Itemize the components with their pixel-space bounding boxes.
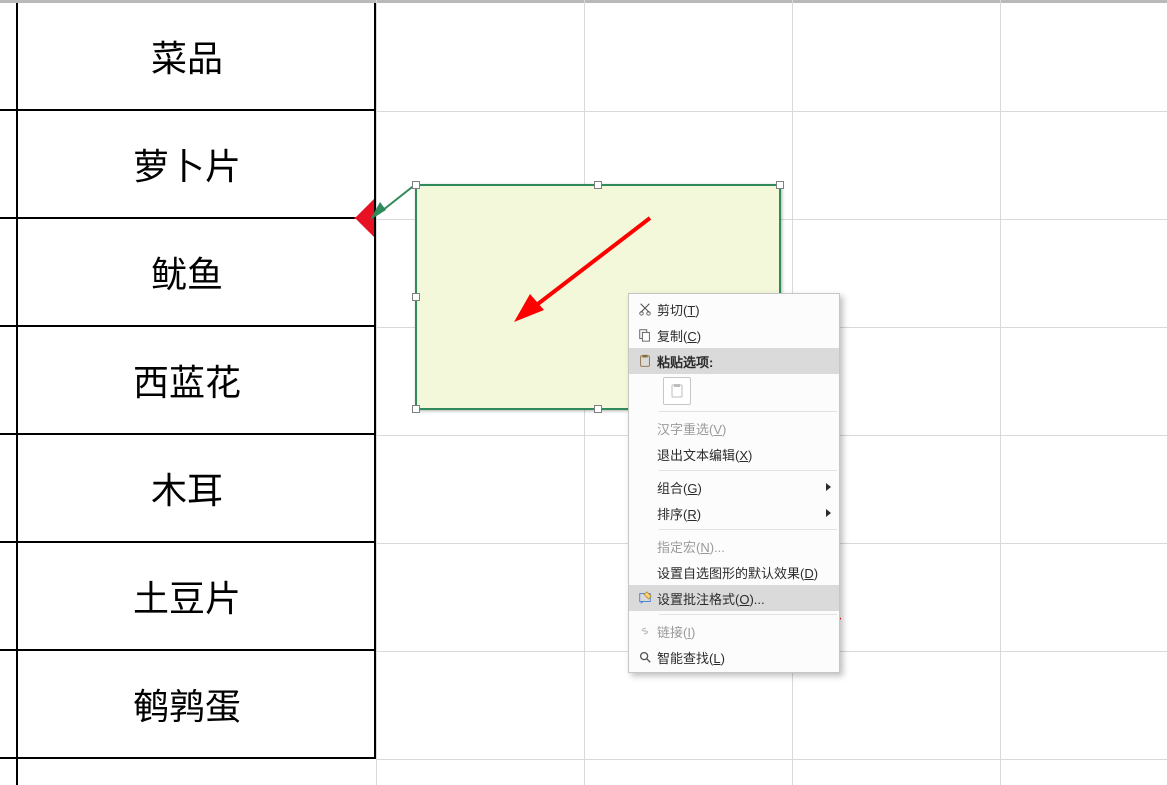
menu-set-shape-defaults[interactable]: 设置自选图形的默认效果(D) [629, 559, 839, 585]
menu-label: 智能查找(L) [657, 648, 831, 667]
food-value: 鱿鱼 [151, 246, 223, 298]
menu-group[interactable]: 组合(G) [629, 474, 839, 500]
food-cell[interactable]: 西蓝花 [0, 327, 376, 435]
grid-hline [376, 759, 1167, 760]
menu-separator [659, 614, 837, 615]
resize-handle-icon[interactable] [412, 293, 420, 301]
menu-copy[interactable]: 复制(C) [629, 322, 839, 348]
grid-vline [376, 0, 377, 785]
menu-label: 指定宏(N)... [657, 537, 831, 556]
cut-icon [633, 302, 657, 316]
food-value: 萝卜片 [133, 138, 241, 190]
food-cell[interactable]: 鹌鹑蛋 [0, 651, 376, 759]
menu-label: 粘贴选项: [657, 352, 831, 371]
menu-cut[interactable]: 剪切(T) [629, 296, 839, 322]
menu-label: 设置自选图形的默认效果(D) [657, 563, 831, 582]
menu-ime-reconvert: 汉字重选(V) [629, 415, 839, 441]
comment-indicator-icon[interactable] [354, 217, 374, 237]
menu-label: 退出文本编辑(X) [657, 445, 831, 464]
menu-label: 组合(G) [657, 478, 820, 497]
submenu-arrow-icon [826, 483, 831, 491]
format-comment-icon [633, 591, 657, 605]
menu-smart-lookup[interactable]: 智能查找(L) [629, 644, 839, 670]
comment-indicator-icon[interactable] [354, 199, 374, 219]
food-cell[interactable]: 鱿鱼 [0, 219, 376, 327]
menu-separator [659, 411, 837, 412]
paste-icon [633, 354, 657, 368]
menu-label: 汉字重选(V) [657, 419, 831, 438]
food-cell[interactable]: 萝卜片 [0, 111, 376, 219]
menu-separator [659, 470, 837, 471]
menu-order[interactable]: 排序(R) [629, 500, 839, 526]
resize-handle-icon[interactable] [594, 405, 602, 413]
menu-assign-macro: 指定宏(N)... [629, 533, 839, 559]
food-value: 鹌鹑蛋 [133, 678, 241, 730]
food-value: 土豆片 [133, 570, 241, 622]
menu-exit-text-edit[interactable]: 退出文本编辑(X) [629, 441, 839, 467]
resize-handle-icon[interactable] [412, 181, 420, 189]
food-header-cell[interactable]: 菜品 [0, 3, 376, 111]
grid-vline [1000, 0, 1001, 785]
submenu-arrow-icon [826, 509, 831, 517]
food-value: 西蓝花 [133, 354, 241, 406]
resize-handle-icon[interactable] [776, 181, 784, 189]
link-icon [633, 624, 657, 638]
context-menu: 剪切(T) 复制(C) 粘贴选项: 汉字重选(V) 退出文本编辑(X) [628, 293, 840, 673]
menu-label: 剪切(T) [657, 300, 831, 319]
spreadsheet-area[interactable]: 菜品 萝卜片 鱿鱼 西蓝花 木耳 土豆片 鹌鹑蛋 [0, 0, 1167, 785]
resize-handle-icon[interactable] [412, 405, 420, 413]
paste-options-row [629, 374, 839, 408]
paste-option-button [663, 377, 691, 405]
food-column: 菜品 萝卜片 鱿鱼 西蓝花 木耳 土豆片 鹌鹑蛋 [0, 3, 376, 759]
menu-separator [659, 529, 837, 530]
search-icon [633, 650, 657, 664]
food-cell[interactable]: 土豆片 [0, 543, 376, 651]
copy-icon [633, 328, 657, 342]
menu-label: 链接(I) [657, 622, 831, 641]
resize-handle-icon[interactable] [594, 181, 602, 189]
menu-label: 设置批注格式(O)... [657, 589, 831, 608]
food-cell[interactable]: 木耳 [0, 435, 376, 543]
menu-label: 复制(C) [657, 326, 831, 345]
food-header-text: 菜品 [151, 30, 223, 82]
menu-label: 排序(R) [657, 504, 820, 523]
clipboard-icon [669, 383, 685, 399]
menu-link: 链接(I) [629, 618, 839, 644]
food-value: 木耳 [151, 462, 223, 514]
menu-paste-options[interactable]: 粘贴选项: [629, 348, 839, 374]
grid-hline [376, 111, 1167, 112]
menu-format-comment[interactable]: 设置批注格式(O)... [629, 585, 839, 611]
